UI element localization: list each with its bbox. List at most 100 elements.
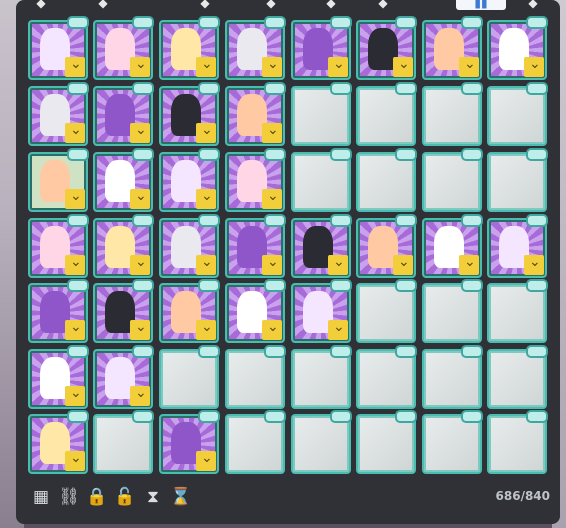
empty-slot[interactable] <box>291 148 352 212</box>
inventory-item-slot[interactable] <box>159 82 220 146</box>
hanger-icon <box>262 122 282 143</box>
empty-slot[interactable] <box>422 279 483 343</box>
inventory-item-slot[interactable] <box>225 82 286 146</box>
inventory-item-slot[interactable] <box>487 16 548 80</box>
inventory-item-slot[interactable] <box>159 148 220 212</box>
inventory-item-slot[interactable] <box>225 214 286 278</box>
hanger-icon <box>130 319 150 340</box>
inventory-item-slot[interactable] <box>28 410 89 474</box>
tab-icon-2[interactable]: ◆ <box>96 0 110 9</box>
link-icon <box>198 410 220 423</box>
inventory-item-slot[interactable] <box>28 82 89 146</box>
link-icon <box>330 148 352 161</box>
inventory-item-slot[interactable] <box>291 279 352 343</box>
empty-slot[interactable] <box>291 82 352 146</box>
empty-slot[interactable] <box>422 148 483 212</box>
empty-slot[interactable] <box>487 148 548 212</box>
inventory-item-slot[interactable] <box>28 279 89 343</box>
empty-slot[interactable] <box>356 148 417 212</box>
empty-slot[interactable] <box>225 345 286 409</box>
link-icon <box>132 214 154 227</box>
inventory-item-slot[interactable] <box>356 16 417 80</box>
inventory-item-slot[interactable] <box>291 16 352 80</box>
lock-icon[interactable]: 🔒 <box>86 486 108 508</box>
hourglass-reset-icon[interactable]: ⌛ <box>170 486 192 508</box>
link-icon <box>132 410 154 423</box>
inventory-item-slot[interactable] <box>28 148 89 212</box>
empty-slot[interactable] <box>291 345 352 409</box>
unlock-icon[interactable]: 🔓 <box>114 486 136 508</box>
link-icon <box>264 82 286 95</box>
link-icon <box>264 148 286 161</box>
empty-slot[interactable] <box>487 82 548 146</box>
tab-icon-1[interactable]: ◆ <box>34 0 48 9</box>
tab-icon-8[interactable]: ◆ <box>526 0 540 9</box>
hanger-icon <box>328 56 348 77</box>
link-icon <box>67 410 89 423</box>
empty-slot[interactable] <box>487 345 548 409</box>
link-icon <box>132 148 154 161</box>
link-icon <box>67 345 89 358</box>
link-icon <box>264 410 286 423</box>
tab-icon-4[interactable]: ◆ <box>264 0 278 9</box>
inventory-item-slot[interactable] <box>159 279 220 343</box>
inventory-count: 686/840 <box>495 489 550 503</box>
inventory-item-slot[interactable] <box>93 82 154 146</box>
link-icon <box>330 214 352 227</box>
inventory-item-slot[interactable] <box>93 279 154 343</box>
tab-icon-7[interactable]: ▮▮ <box>456 0 506 10</box>
inventory-item-slot[interactable] <box>93 16 154 80</box>
link-icon <box>330 410 352 423</box>
hanger-icon <box>130 122 150 143</box>
inventory-item-slot[interactable] <box>28 345 89 409</box>
hanger-icon <box>65 319 85 340</box>
grid-view-icon[interactable]: ▦ <box>30 486 52 508</box>
inventory-item-slot[interactable] <box>159 410 220 474</box>
hanger-icon <box>65 56 85 77</box>
inventory-item-slot[interactable] <box>487 214 548 278</box>
tab-icon-6[interactable]: ◆ <box>376 0 390 9</box>
inventory-item-slot[interactable] <box>422 16 483 80</box>
link-icon <box>330 16 352 29</box>
link-icon <box>461 148 483 161</box>
empty-slot[interactable] <box>422 345 483 409</box>
link-icon <box>67 16 89 29</box>
empty-slot[interactable] <box>487 410 548 474</box>
empty-slot[interactable] <box>487 279 548 343</box>
inventory-item-slot[interactable] <box>225 279 286 343</box>
inventory-item-slot[interactable] <box>93 148 154 212</box>
inventory-item-slot[interactable] <box>291 214 352 278</box>
empty-slot[interactable] <box>422 410 483 474</box>
inventory-item-slot[interactable] <box>28 214 89 278</box>
hanger-icon <box>328 254 348 275</box>
inventory-item-slot[interactable] <box>225 16 286 80</box>
inventory-item-slot[interactable] <box>93 214 154 278</box>
empty-slot[interactable] <box>356 345 417 409</box>
link-icon <box>461 214 483 227</box>
empty-slot[interactable] <box>225 410 286 474</box>
link-icon <box>198 16 220 29</box>
tab-icon-5[interactable]: ◆ <box>324 0 338 9</box>
link-icon[interactable]: ⛓ <box>58 486 80 508</box>
empty-slot[interactable] <box>422 82 483 146</box>
inventory-item-slot[interactable] <box>28 16 89 80</box>
inventory-item-slot[interactable] <box>225 148 286 212</box>
link-icon <box>395 16 417 29</box>
inventory-item-slot[interactable] <box>93 345 154 409</box>
tab-icon-3[interactable]: ◆ <box>198 0 212 9</box>
hanger-icon <box>65 450 85 471</box>
empty-slot[interactable] <box>93 410 154 474</box>
link-icon <box>461 82 483 95</box>
empty-slot[interactable] <box>291 410 352 474</box>
inventory-item-slot[interactable] <box>159 214 220 278</box>
inventory-item-slot[interactable] <box>422 214 483 278</box>
hourglass-icon[interactable]: ⧗ <box>142 486 164 508</box>
empty-slot[interactable] <box>356 279 417 343</box>
empty-slot[interactable] <box>356 410 417 474</box>
inventory-item-slot[interactable] <box>356 214 417 278</box>
hanger-icon <box>262 319 282 340</box>
empty-slot[interactable] <box>356 82 417 146</box>
inventory-item-slot[interactable] <box>159 16 220 80</box>
empty-slot[interactable] <box>159 345 220 409</box>
link-icon <box>395 82 417 95</box>
